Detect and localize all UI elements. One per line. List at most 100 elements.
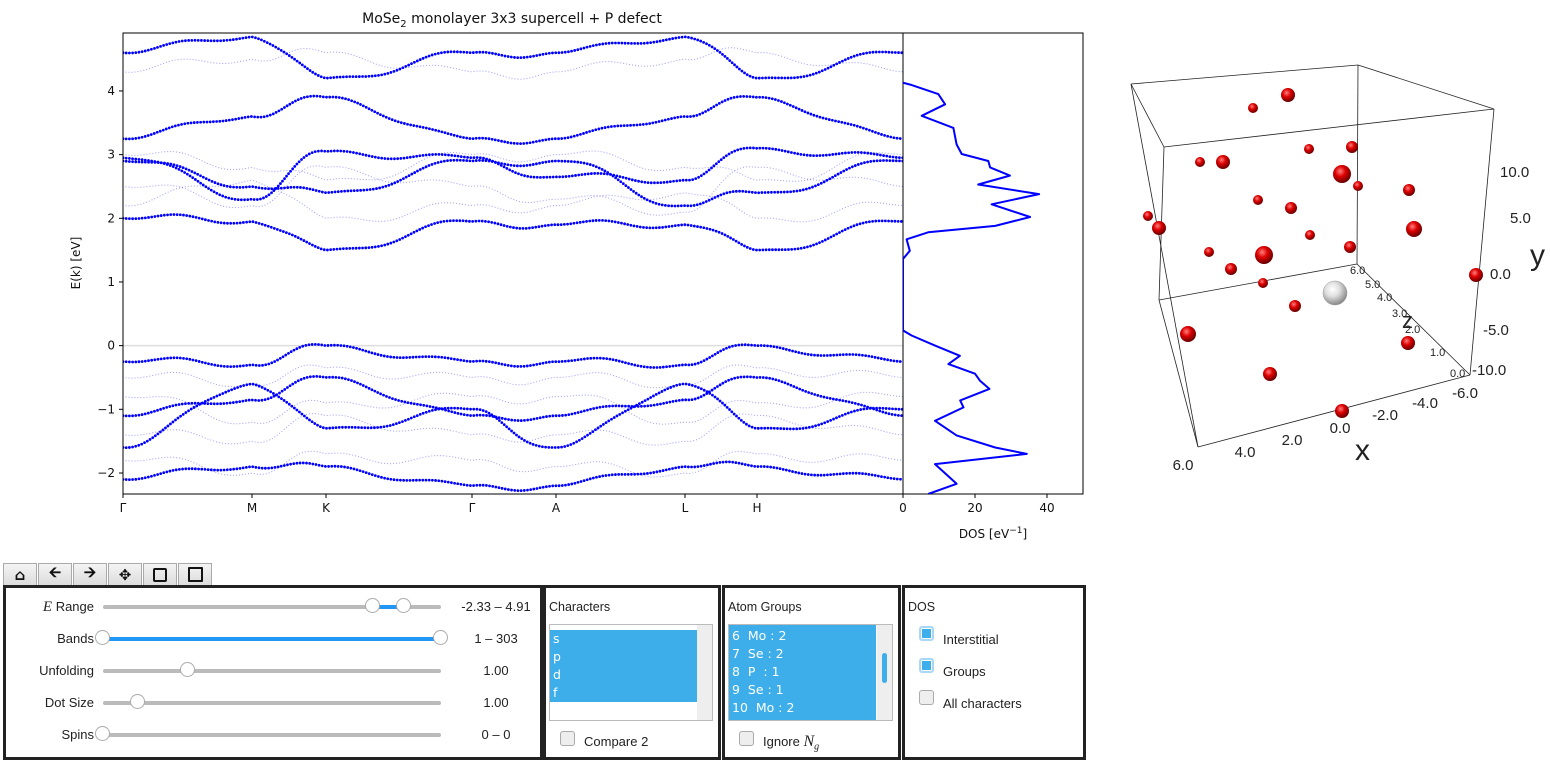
structure-3d-viewer[interactable]: 6.0 4.0 2.0 0.0 -2.0 -4.0 -6.0 10.0 5.0 0.0 -5.0 -1…	[1130, 64, 1545, 474]
x-tick-label: -2.0	[1372, 407, 1398, 424]
e-range-slider[interactable]	[103, 598, 441, 613]
atom-groups-scrollbar[interactable]	[877, 625, 892, 720]
all-characters-checkbox[interactable]	[919, 690, 934, 705]
plot-toolbar: ⌂ 🡨 🡪 ✥	[3, 563, 212, 585]
atom-sphere	[1216, 155, 1230, 169]
atom-sphere	[1195, 157, 1205, 167]
zoom-rect-button[interactable]	[143, 563, 177, 585]
interstitial-checkbox[interactable]	[919, 626, 934, 641]
atom-sphere	[1469, 268, 1483, 282]
y-axis-label: E(k) [eV]	[69, 237, 83, 290]
dos-panel: DOS Interstitial Groups All characters	[902, 585, 1086, 760]
x-tick-label: -4.0	[1412, 395, 1438, 412]
y-tick-label: 0.0	[1490, 266, 1511, 283]
k-tick-label: A	[552, 501, 561, 515]
character-item-f[interactable]: f	[550, 684, 701, 702]
y-tick-label: 2	[107, 211, 115, 225]
compare-2-checkbox[interactable]	[560, 731, 575, 746]
band-structure-plot: 4 3 2 1 0 −1 −2 Γ M K Γ A L H	[97, 32, 904, 515]
atom-group-item[interactable]: 10 Mo : 2	[729, 699, 876, 717]
atom-sphere	[1344, 241, 1356, 253]
atom-group-item[interactable]: 8 P : 1	[729, 663, 876, 681]
dos-plot-frame	[902, 32, 1084, 495]
dos-x-axis-label: DOS [eV−1]	[959, 526, 1027, 541]
x-axis-label: x	[1355, 434, 1370, 467]
atom-groups-panel: Atom Groups 6 Mo : 2 7 Se : 2 8 P : 1 9 …	[722, 585, 901, 760]
unfolding-handle[interactable]	[179, 662, 195, 677]
dos-x-tick-label: 20	[967, 501, 982, 515]
spins-label: Spins	[61, 727, 94, 742]
dos-x-tick-label: 0	[899, 501, 907, 515]
atom-sphere	[1152, 221, 1166, 235]
cell-edge	[1158, 299, 1199, 448]
k-tick-label: K	[322, 501, 331, 515]
pan-button[interactable]: ✥	[108, 563, 142, 585]
groups-checkbox[interactable]	[919, 658, 934, 673]
z-tick-label: 0.0	[1450, 368, 1465, 380]
atom-sphere	[1305, 230, 1315, 240]
cell-edge	[1356, 64, 1359, 265]
characters-panel: Characters s p d f Compare 2	[543, 585, 721, 760]
character-item-s[interactable]: s	[550, 630, 701, 648]
atom-sphere	[1253, 195, 1263, 205]
back-button[interactable]: 🡨	[38, 563, 72, 585]
atom-sphere	[1180, 326, 1196, 342]
spins-slider[interactable]	[95, 726, 441, 741]
unfolding-value: 1.00	[483, 663, 509, 678]
ignore-ng-label: Ignore Ng	[763, 733, 820, 753]
dot-size-slider[interactable]	[103, 694, 441, 709]
band-plot-background	[123, 33, 903, 494]
atom-group-item[interactable]: 7 Se : 2	[729, 645, 876, 663]
atom-group-item[interactable]: 6 Mo : 2	[729, 627, 876, 645]
character-item-d[interactable]: d	[550, 666, 701, 684]
atom-sphere	[1255, 246, 1273, 264]
atom-groups-listbox[interactable]: 6 Mo : 2 7 Se : 2 8 P : 1 9 Se : 1 10 Mo…	[728, 624, 893, 721]
z-tick-label: 5.0	[1365, 279, 1380, 291]
x-tick-label: 6.0	[1173, 457, 1194, 474]
k-tick-label: L	[682, 501, 689, 515]
x-tick-label: -6.0	[1452, 385, 1478, 402]
y-tick-label: 5.0	[1510, 210, 1531, 227]
characters-title: Characters	[549, 600, 611, 614]
defect-atom-sphere	[1322, 280, 1348, 306]
ignore-ng-checkbox[interactable]	[739, 731, 754, 746]
y-axis-label: y	[1530, 239, 1545, 272]
bands-low-handle[interactable]	[95, 630, 110, 645]
atom-sphere	[1333, 165, 1351, 183]
move-icon: ✥	[118, 565, 132, 584]
e-range-label: E Range	[42, 599, 94, 615]
atom-sphere	[1346, 141, 1358, 153]
y-tick-label: 4	[107, 84, 115, 98]
y-tick-label: -10.0	[1472, 362, 1506, 379]
characters-scrollbar[interactable]	[697, 625, 712, 720]
bands-slider[interactable]	[95, 630, 448, 645]
arrow-left-icon: 🡨	[48, 563, 62, 581]
scrollbar-thumb[interactable]	[882, 653, 887, 683]
y-tick-label: 10.0	[1500, 164, 1529, 181]
dot-size-handle[interactable]	[130, 694, 146, 709]
dos-x-tick-label: 40	[1039, 501, 1054, 515]
characters-listbox[interactable]: s p d f	[549, 624, 713, 721]
atom-group-item[interactable]: 9 Se : 1	[729, 681, 876, 699]
slider-panel: E Range -2.33 – 4.91 Bands 1 – 303 Unfol…	[3, 585, 543, 760]
save-button[interactable]	[178, 563, 212, 585]
groups-label: Groups	[943, 664, 986, 679]
plot-area: MoSe2 monolayer 3x3 supercell + P defect…	[69, 11, 1545, 541]
zoom-rect-icon	[153, 567, 167, 582]
e-range-low-handle[interactable]	[365, 598, 381, 613]
dot-size-label: Dot Size	[44, 695, 94, 710]
atom-sphere	[1335, 404, 1349, 418]
y-tick-label: −1	[97, 402, 115, 416]
spins-value: 0 – 0	[481, 727, 511, 742]
e-range-high-handle[interactable]	[395, 598, 411, 613]
e-range-value: -2.33 – 4.91	[461, 599, 531, 614]
z-tick-label: 6.0	[1350, 265, 1365, 277]
forward-button[interactable]: 🡪	[73, 563, 107, 585]
atom-sphere	[1304, 144, 1314, 154]
home-button[interactable]: ⌂	[3, 563, 37, 585]
cell-edge	[1357, 64, 1495, 110]
character-item-p[interactable]: p	[550, 648, 701, 666]
e-range-row: E Range -2.33 – 4.91	[6, 597, 546, 617]
spins-handle[interactable]	[95, 726, 110, 741]
unfolding-slider[interactable]	[103, 662, 441, 677]
